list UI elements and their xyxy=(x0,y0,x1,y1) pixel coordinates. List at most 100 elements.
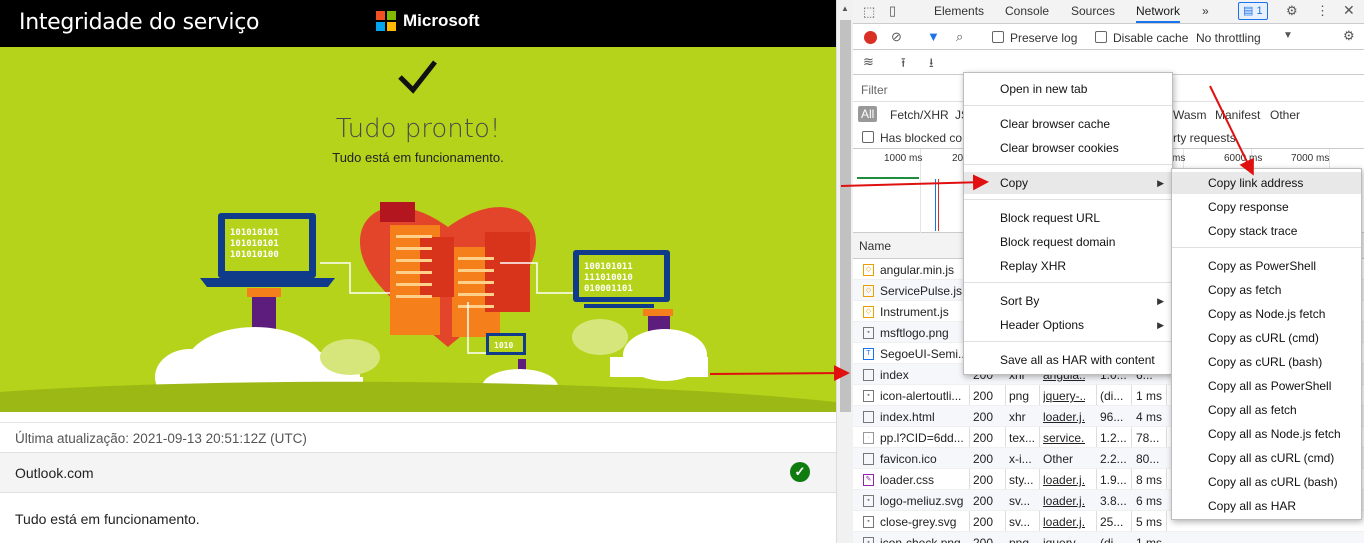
file-type-icon: ▪ xyxy=(863,537,874,543)
filter-fetch-xhr[interactable]: Fetch/XHR xyxy=(890,108,949,122)
file-type-icon: T xyxy=(863,348,874,360)
menu-copy-all-curl-cmd[interactable]: Copy all as cURL (cmd) xyxy=(1172,447,1361,469)
cell-initiator[interactable]: loader.j... xyxy=(1043,410,1085,424)
close-icon[interactable]: ✕ xyxy=(1343,2,1355,19)
issues-badge[interactable]: ▤ 1 xyxy=(1238,2,1268,20)
menu-copy-powershell[interactable]: Copy as PowerShell xyxy=(1172,255,1361,277)
status-hero: 101010101 101010101 101010100 100101011 … xyxy=(0,47,836,412)
cell-initiator[interactable]: jquery-... xyxy=(1043,536,1085,543)
settings-gear-icon[interactable]: ⚙ xyxy=(1286,3,1298,19)
menu-copy-fetch[interactable]: Copy as fetch xyxy=(1172,279,1361,301)
inspect-element-icon[interactable]: ⬚ xyxy=(863,4,875,20)
menu-clear-cookies[interactable]: Clear browser cookies xyxy=(964,137,1172,159)
cell-time: 8 ms xyxy=(1136,473,1163,487)
menu-copy-all-powershell[interactable]: Copy all as PowerShell xyxy=(1172,375,1361,397)
menu-copy-node-fetch[interactable]: Copy as Node.js fetch xyxy=(1172,303,1361,325)
tab-network[interactable]: Network xyxy=(1136,4,1181,23)
menu-copy-all-curl-bash[interactable]: Copy all as cURL (bash) xyxy=(1172,471,1361,493)
service-row-outlook[interactable]: Outlook.com ✓ xyxy=(0,453,836,493)
menu-copy-all-fetch[interactable]: Copy all as fetch xyxy=(1172,399,1361,421)
context-menu: Open in new tab Clear browser cache Clea… xyxy=(963,72,1173,375)
menu-clear-cache[interactable]: Clear browser cache xyxy=(964,113,1172,135)
cell-status: 200 xyxy=(973,515,994,529)
filter-icon[interactable]: ▼ xyxy=(927,29,940,44)
throttling-select[interactable]: No throttling xyxy=(1196,31,1261,45)
menu-header-options[interactable]: Header Options ▶ xyxy=(964,314,1172,336)
filter-manifest[interactable]: Manifest xyxy=(1215,108,1260,122)
network-conditions-icon[interactable]: ≋ xyxy=(863,54,874,70)
microsoft-brand[interactable]: Microsoft xyxy=(403,11,480,31)
cell-size: 1.9... xyxy=(1100,473,1127,487)
menu-copy-curl-bash[interactable]: Copy as cURL (bash) xyxy=(1172,351,1361,373)
file-type-icon xyxy=(863,453,874,465)
cell-initiator[interactable]: loader.j... xyxy=(1043,494,1085,508)
menu-replay-xhr[interactable]: Replay XHR xyxy=(964,255,1172,277)
more-options-icon[interactable]: ⋮ xyxy=(1316,3,1329,19)
file-type-icon: · xyxy=(863,432,874,444)
cell-status: 200 xyxy=(973,494,994,508)
check-circle-icon: ✓ xyxy=(790,462,810,482)
blocked-cookies-label: Has blocked co xyxy=(880,131,963,145)
table-row[interactable]: ▪ icon-check.png 200 png jquery-... (di... 1 m… xyxy=(853,532,1364,543)
menu-block-url[interactable]: Block request URL xyxy=(964,207,1172,229)
device-toolbar-icon[interactable]: ▯ xyxy=(889,3,896,19)
cell-initiator[interactable]: loader.j... xyxy=(1043,515,1085,529)
filter-input[interactable]: Filter xyxy=(861,83,888,97)
menu-copy-response[interactable]: Copy response xyxy=(1172,196,1361,218)
disable-cache-checkbox[interactable] xyxy=(1095,31,1107,43)
preserve-log-checkbox[interactable] xyxy=(992,31,1004,43)
menu-copy[interactable]: Copy ▶ xyxy=(964,172,1172,194)
cell-initiator[interactable]: loader.j... xyxy=(1043,473,1085,487)
cell-type: x-i... xyxy=(1009,452,1032,466)
cell-type: sv... xyxy=(1009,515,1031,529)
top-bar: Integridade do serviço Microsoft xyxy=(0,0,836,47)
cell-time: 78... xyxy=(1136,431,1160,445)
timeline-tick: 7000 ms xyxy=(1291,153,1330,164)
scrollbar-thumb[interactable] xyxy=(840,20,851,412)
clear-icon[interactable]: ⊘ xyxy=(891,29,902,45)
tab-elements[interactable]: Elements xyxy=(934,4,984,18)
menu-block-domain[interactable]: Block request domain xyxy=(964,231,1172,253)
tab-console[interactable]: Console xyxy=(1005,4,1049,18)
file-type-icon: ▪ xyxy=(863,516,874,528)
import-har-icon[interactable]: ⭱ xyxy=(901,54,906,76)
page-scrollbar[interactable]: ▲ xyxy=(836,0,853,543)
scroll-up-icon[interactable]: ▲ xyxy=(841,4,849,13)
network-settings-icon[interactable]: ⚙ xyxy=(1343,28,1355,44)
filter-all[interactable]: All xyxy=(858,106,878,122)
microsoft-logo-icon[interactable] xyxy=(376,11,396,31)
file-type-icon: ▪ xyxy=(863,327,874,339)
menu-copy-all-node-fetch[interactable]: Copy all as Node.js fetch xyxy=(1172,423,1361,445)
search-icon[interactable]: ⌕ xyxy=(956,29,963,45)
page-title: Integridade do serviço xyxy=(19,10,260,35)
hero-illustration: 101010101 101010101 101010100 100101011 … xyxy=(0,60,836,412)
tab-sources[interactable]: Sources xyxy=(1071,4,1115,18)
filter-wasm[interactable]: Wasm xyxy=(1173,108,1207,122)
menu-save-har[interactable]: Save all as HAR with content xyxy=(964,349,1172,371)
binary-line: 010001101 xyxy=(584,284,633,294)
binary-line: 101010101 xyxy=(230,228,279,238)
cell-name: msftlogo.png xyxy=(880,326,949,340)
export-har-icon[interactable]: ⭳ xyxy=(929,54,934,76)
cell-name: logo-meliuz.svg xyxy=(880,494,964,508)
menu-open-new-tab[interactable]: Open in new tab xyxy=(964,78,1172,100)
disable-cache-label: Disable cache xyxy=(1113,31,1189,45)
check-mark-icon xyxy=(398,60,437,94)
menu-sort-by[interactable]: Sort By ▶ xyxy=(964,290,1172,312)
column-name[interactable]: Name xyxy=(859,239,891,253)
menu-copy-all-har[interactable]: Copy all as HAR xyxy=(1172,495,1361,517)
more-tabs-icon[interactable]: » xyxy=(1202,4,1209,18)
cell-initiator[interactable]: service... xyxy=(1043,431,1085,445)
filter-other[interactable]: Other xyxy=(1270,108,1300,122)
cell-initiator[interactable]: jquery-... xyxy=(1043,389,1085,403)
blocked-cookies-checkbox[interactable] xyxy=(862,131,874,143)
menu-copy-curl-cmd[interactable]: Copy as cURL (cmd) xyxy=(1172,327,1361,349)
cell-initiator[interactable]: Other xyxy=(1043,452,1085,466)
record-icon[interactable] xyxy=(864,31,877,44)
cell-name: angular.min.js xyxy=(880,263,955,277)
menu-copy-link[interactable]: Copy link address xyxy=(1172,172,1361,194)
cell-status: 200 xyxy=(973,431,994,445)
cell-size: 3.8... xyxy=(1100,494,1127,508)
chevron-down-icon[interactable]: ▼ xyxy=(1283,30,1293,41)
menu-copy-stack-trace[interactable]: Copy stack trace xyxy=(1172,220,1361,242)
